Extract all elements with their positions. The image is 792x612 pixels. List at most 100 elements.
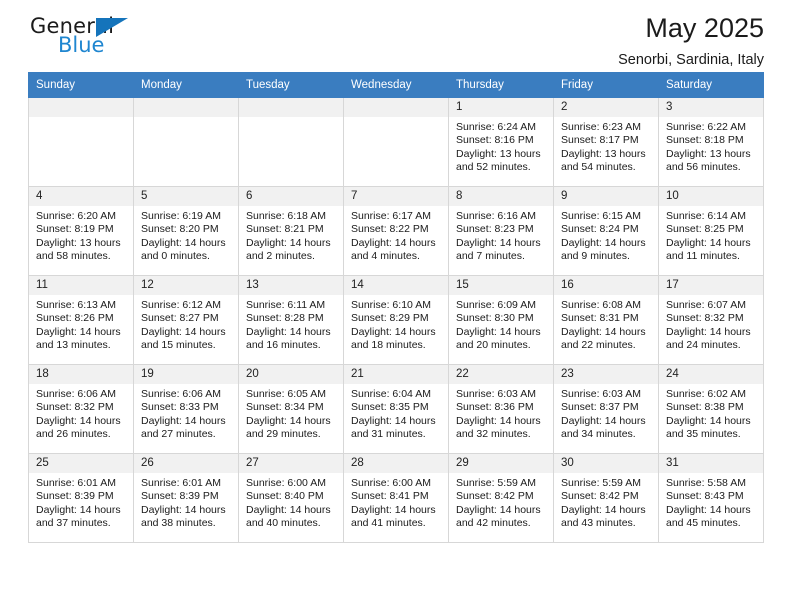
calendar-day-cell[interactable]: 27 Sunrise: 6:00 AM Sunset: 8:40 PM Dayligh… — [238, 453, 344, 543]
calendar-day-cell[interactable]: 6 Sunrise: 6:18 AM Sunset: 8:21 PM Daylight… — [238, 186, 344, 276]
calendar-day-cell[interactable]: 28 Sunrise: 6:00 AM Sunset: 8:41 PM Dayligh… — [343, 453, 449, 543]
calendar-day-cell[interactable]: 8 Sunrise: 6:16 AM Sunset: 8:23 PM Daylight… — [448, 186, 554, 276]
daylight-text-line1: Daylight: 14 hours — [351, 414, 436, 427]
calendar-day-cell[interactable]: 5 Sunrise: 6:19 AM Sunset: 8:20 PM Daylight… — [133, 186, 239, 276]
calendar-day-cell[interactable]: 3 Sunrise: 6:22 AM Sunset: 8:18 PM Daylight… — [658, 97, 764, 187]
calendar-day-cell[interactable]: 17 Sunrise: 6:07 AM Sunset: 8:32 PM Dayligh… — [658, 275, 764, 365]
sunrise-text: Sunrise: 6:10 AM — [351, 299, 431, 311]
calendar-day-cell[interactable]: 22 Sunrise: 6:03 AM Sunset: 8:36 PM Dayligh… — [448, 364, 554, 454]
calendar-day-cell[interactable]: 9 Sunrise: 6:15 AM Sunset: 8:24 PM Daylight… — [553, 186, 659, 276]
sunrise-text: Sunrise: 6:09 AM — [456, 299, 536, 311]
calendar-day-cell[interactable]: 30 Sunrise: 5:59 AM Sunset: 8:42 PM Dayligh… — [553, 453, 659, 543]
calendar-cell-empty — [133, 97, 239, 187]
daylight-text-line1: Daylight: 14 hours — [456, 325, 541, 338]
sunrise-text: Sunrise: 6:03 AM — [561, 388, 641, 400]
day-number: 8 — [449, 187, 553, 206]
sunrise-text: Sunrise: 6:03 AM — [456, 388, 536, 400]
sunrise-text: Sunrise: 6:14 AM — [666, 210, 746, 222]
sunrise-text: Sunrise: 6:01 AM — [36, 477, 116, 489]
calendar-day-cell[interactable]: 15 Sunrise: 6:09 AM Sunset: 8:30 PM Dayligh… — [448, 275, 554, 365]
sunset-text: Sunset: 8:43 PM — [666, 490, 744, 503]
calendar-cell-empty — [28, 97, 134, 187]
sunset-text: Sunset: 8:23 PM — [456, 223, 534, 236]
daylight-text-line1: Daylight: 14 hours — [666, 503, 751, 516]
page-header: General Blue May 2025 Senorbi, Sardinia,… — [28, 0, 764, 72]
sunset-text: Sunset: 8:33 PM — [141, 401, 219, 414]
daylight-text-line2: and 13 minutes. — [36, 339, 111, 352]
daylight-text-line1: Daylight: 14 hours — [561, 325, 646, 338]
sunrise-text: Sunrise: 6:00 AM — [246, 477, 326, 489]
daylight-text-line1: Daylight: 13 hours — [561, 147, 646, 160]
calendar-day-cell[interactable]: 26 Sunrise: 6:01 AM Sunset: 8:39 PM Dayligh… — [133, 453, 239, 543]
calendar-day-cell[interactable]: 23 Sunrise: 6:03 AM Sunset: 8:37 PM Dayligh… — [553, 364, 659, 454]
day-number: 14 — [344, 276, 448, 295]
day-number: 16 — [554, 276, 658, 295]
daylight-text-line2: and 43 minutes. — [561, 517, 636, 530]
calendar-day-cell[interactable]: 11 Sunrise: 6:13 AM Sunset: 8:26 PM Dayligh… — [28, 275, 134, 365]
calendar-day-cell[interactable]: 24 Sunrise: 6:02 AM Sunset: 8:38 PM Dayligh… — [658, 364, 764, 454]
calendar-day-cell[interactable]: 14 Sunrise: 6:10 AM Sunset: 8:29 PM Dayligh… — [343, 275, 449, 365]
sunrise-text: Sunrise: 6:17 AM — [351, 210, 431, 222]
calendar-day-cell[interactable]: 13 Sunrise: 6:11 AM Sunset: 8:28 PM Dayligh… — [238, 275, 344, 365]
sunset-text: Sunset: 8:30 PM — [456, 312, 534, 325]
daylight-text-line2: and 35 minutes. — [666, 428, 741, 441]
sunset-text: Sunset: 8:36 PM — [456, 401, 534, 414]
calendar-day-cell[interactable]: 21 Sunrise: 6:04 AM Sunset: 8:35 PM Dayligh… — [343, 364, 449, 454]
sunrise-text: Sunrise: 6:18 AM — [246, 210, 326, 222]
calendar-day-cell[interactable]: 19 Sunrise: 6:06 AM Sunset: 8:33 PM Dayligh… — [133, 364, 239, 454]
daylight-text-line2: and 7 minutes. — [456, 250, 525, 263]
day-details: Sunrise: 5:59 AM Sunset: 8:42 PM Daylight:… — [554, 473, 658, 531]
day-details: Sunrise: 6:02 AM Sunset: 8:38 PM Daylight:… — [659, 384, 763, 442]
calendar-day-cell[interactable]: 12 Sunrise: 6:12 AM Sunset: 8:27 PM Dayligh… — [133, 275, 239, 365]
daylight-text-line2: and 56 minutes. — [666, 161, 741, 174]
general-blue-logo[interactable]: General Blue — [28, 14, 148, 64]
day-number: 25 — [29, 454, 133, 473]
calendar-day-cell[interactable]: 4 Sunrise: 6:20 AM Sunset: 8:19 PM Daylight… — [28, 186, 134, 276]
daylight-text-line2: and 52 minutes. — [456, 161, 531, 174]
day-details: Sunrise: 6:23 AM Sunset: 8:17 PM Daylight:… — [554, 117, 658, 175]
day-details: Sunrise: 6:04 AM Sunset: 8:35 PM Daylight:… — [344, 384, 448, 442]
daylight-text-line2: and 32 minutes. — [456, 428, 531, 441]
sunset-text: Sunset: 8:22 PM — [351, 223, 429, 236]
daylight-text-line1: Daylight: 14 hours — [561, 236, 646, 249]
daylight-text-line1: Daylight: 14 hours — [351, 503, 436, 516]
calendar-day-cell[interactable]: 7 Sunrise: 6:17 AM Sunset: 8:22 PM Daylight… — [343, 186, 449, 276]
calendar-day-cell[interactable]: 20 Sunrise: 6:05 AM Sunset: 8:34 PM Dayligh… — [238, 364, 344, 454]
day-number: 23 — [554, 365, 658, 384]
daylight-text-line2: and 15 minutes. — [141, 339, 216, 352]
sunset-text: Sunset: 8:25 PM — [666, 223, 744, 236]
daylight-text-line2: and 41 minutes. — [351, 517, 426, 530]
calendar-day-cell[interactable]: 1 Sunrise: 6:24 AM Sunset: 8:16 PM Daylight… — [448, 97, 554, 187]
sunset-text: Sunset: 8:42 PM — [561, 490, 639, 503]
calendar-day-cell[interactable]: 2 Sunrise: 6:23 AM Sunset: 8:17 PM Daylight… — [553, 97, 659, 187]
calendar-day-cell[interactable]: 31 Sunrise: 5:58 AM Sunset: 8:43 PM Dayligh… — [658, 453, 764, 543]
sunrise-text: Sunrise: 6:24 AM — [456, 121, 536, 133]
weekday-header-monday: Monday — [133, 72, 239, 98]
calendar-week-row: 11 Sunrise: 6:13 AM Sunset: 8:26 PM Dayligh… — [28, 275, 764, 365]
weekday-header-friday: Friday — [553, 72, 659, 98]
daylight-text-line2: and 34 minutes. — [561, 428, 636, 441]
sunset-text: Sunset: 8:40 PM — [246, 490, 324, 503]
sunrise-text: Sunrise: 6:08 AM — [561, 299, 641, 311]
daylight-text-line2: and 37 minutes. — [36, 517, 111, 530]
day-details: Sunrise: 6:07 AM Sunset: 8:32 PM Daylight:… — [659, 295, 763, 353]
day-number: 30 — [554, 454, 658, 473]
daylight-text-line2: and 54 minutes. — [561, 161, 636, 174]
daylight-text-line2: and 26 minutes. — [36, 428, 111, 441]
calendar-day-cell[interactable]: 18 Sunrise: 6:06 AM Sunset: 8:32 PM Dayligh… — [28, 364, 134, 454]
day-details: Sunrise: 5:59 AM Sunset: 8:42 PM Daylight:… — [449, 473, 553, 531]
day-details: Sunrise: 6:01 AM Sunset: 8:39 PM Daylight:… — [134, 473, 238, 531]
calendar-day-cell[interactable]: 29 Sunrise: 5:59 AM Sunset: 8:42 PM Dayligh… — [448, 453, 554, 543]
day-number: 7 — [344, 187, 448, 206]
calendar-day-cell[interactable]: 25 Sunrise: 6:01 AM Sunset: 8:39 PM Dayligh… — [28, 453, 134, 543]
day-details: Sunrise: 6:16 AM Sunset: 8:23 PM Daylight:… — [449, 206, 553, 264]
calendar-day-cell[interactable]: 16 Sunrise: 6:08 AM Sunset: 8:31 PM Dayligh… — [553, 275, 659, 365]
sunrise-text: Sunrise: 6:15 AM — [561, 210, 641, 222]
daylight-text-line1: Daylight: 13 hours — [666, 147, 751, 160]
day-number: 2 — [554, 98, 658, 117]
day-details: Sunrise: 6:22 AM Sunset: 8:18 PM Daylight:… — [659, 117, 763, 175]
day-details: Sunrise: 6:03 AM Sunset: 8:36 PM Daylight:… — [449, 384, 553, 442]
calendar-day-cell[interactable]: 10 Sunrise: 6:14 AM Sunset: 8:25 PM Dayligh… — [658, 186, 764, 276]
daylight-text-line1: Daylight: 13 hours — [456, 147, 541, 160]
sunrise-text: Sunrise: 6:01 AM — [141, 477, 221, 489]
